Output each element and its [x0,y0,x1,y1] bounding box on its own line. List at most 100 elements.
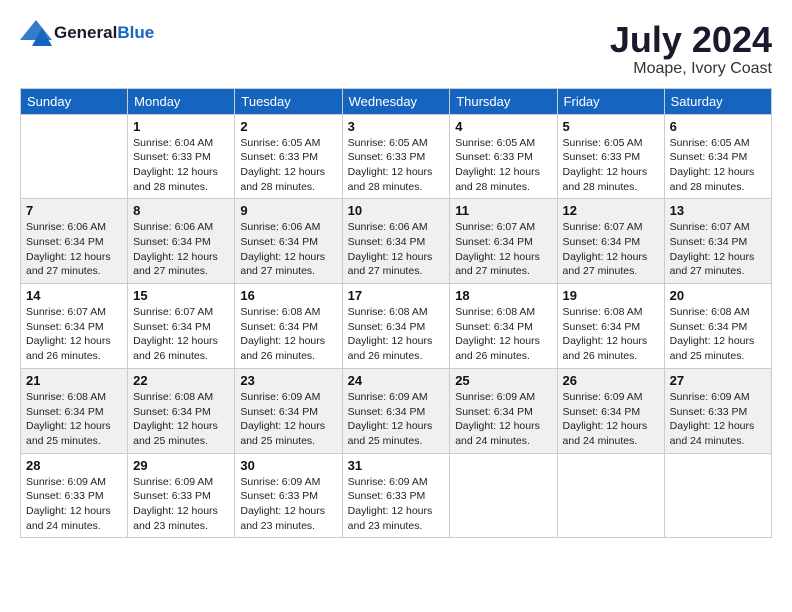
day-number: 17 [348,288,445,303]
calendar-cell: 14 Sunrise: 6:07 AM Sunset: 6:34 PM Dayli… [21,284,128,369]
day-number: 12 [563,203,659,218]
calendar-cell: 28 Sunrise: 6:09 AM Sunset: 6:33 PM Dayli… [21,453,128,538]
logo-blue-text: Blue [117,23,154,42]
calendar-week-row: 7 Sunrise: 6:06 AM Sunset: 6:34 PM Daylig… [21,199,772,284]
day-number: 13 [670,203,766,218]
day-info: Sunrise: 6:06 AM Sunset: 6:34 PM Dayligh… [26,220,122,279]
calendar-cell [450,453,557,538]
calendar-cell: 15 Sunrise: 6:07 AM Sunset: 6:34 PM Dayli… [128,284,235,369]
col-header-monday: Monday [128,88,235,114]
day-number: 11 [455,203,551,218]
col-header-thursday: Thursday [450,88,557,114]
calendar-cell: 9 Sunrise: 6:06 AM Sunset: 6:34 PM Daylig… [235,199,342,284]
calendar-cell: 1 Sunrise: 6:04 AM Sunset: 6:33 PM Daylig… [128,114,235,199]
calendar-cell: 4 Sunrise: 6:05 AM Sunset: 6:33 PM Daylig… [450,114,557,199]
day-info: Sunrise: 6:05 AM Sunset: 6:34 PM Dayligh… [670,136,766,195]
day-info: Sunrise: 6:08 AM Sunset: 6:34 PM Dayligh… [240,305,336,364]
calendar-cell [557,453,664,538]
day-number: 6 [670,119,766,134]
calendar-cell: 19Sunrise: 6:08 AM Sunset: 6:34 PM Dayli… [557,284,664,369]
calendar-cell: 31 Sunrise: 6:09 AM Sunset: 6:33 PM Dayli… [342,453,450,538]
day-info: Sunrise: 6:06 AM Sunset: 6:34 PM Dayligh… [240,220,336,279]
calendar-cell: 25Sunrise: 6:09 AM Sunset: 6:34 PM Dayli… [450,368,557,453]
day-info: Sunrise: 6:08 AM Sunset: 6:34 PM Dayligh… [455,305,551,364]
logo-general-text: General [54,23,117,42]
calendar-cell: 18 Sunrise: 6:08 AM Sunset: 6:34 PM Dayli… [450,284,557,369]
day-info: Sunrise: 6:05 AM Sunset: 6:33 PM Dayligh… [240,136,336,195]
day-number: 15 [133,288,229,303]
day-number: 29 [133,458,229,473]
calendar-cell: 8 Sunrise: 6:06 AM Sunset: 6:34 PM Daylig… [128,199,235,284]
calendar-cell [21,114,128,199]
day-info: Sunrise: 6:06 AM Sunset: 6:34 PM Dayligh… [133,220,229,279]
location-subtitle: Moape, Ivory Coast [610,60,772,78]
day-number: 4 [455,119,551,134]
col-header-tuesday: Tuesday [235,88,342,114]
day-number: 8 [133,203,229,218]
day-info: Sunrise: 6:05 AM Sunset: 6:33 PM Dayligh… [455,136,551,195]
day-number: 26 [563,373,659,388]
day-number: 1 [133,119,229,134]
calendar-cell: 5 Sunrise: 6:05 AM Sunset: 6:33 PM Daylig… [557,114,664,199]
day-info: Sunrise: 6:09 AM Sunset: 6:34 PM Dayligh… [240,390,336,449]
calendar-cell: 30Sunrise: 6:09 AM Sunset: 6:33 PM Dayli… [235,453,342,538]
logo-icon [20,20,52,46]
calendar-header-row: SundayMondayTuesdayWednesdayThursdayFrid… [21,88,772,114]
day-info: Sunrise: 6:09 AM Sunset: 6:33 PM Dayligh… [240,475,336,534]
day-info: Sunrise: 6:09 AM Sunset: 6:33 PM Dayligh… [133,475,229,534]
day-number: 5 [563,119,659,134]
month-year-title: July 2024 [610,20,772,60]
day-info: Sunrise: 6:08 AM Sunset: 6:34 PM Dayligh… [133,390,229,449]
day-info: Sunrise: 6:09 AM Sunset: 6:33 PM Dayligh… [26,475,122,534]
calendar-cell [664,453,771,538]
calendar-week-row: 1 Sunrise: 6:04 AM Sunset: 6:33 PM Daylig… [21,114,772,199]
calendar-cell: 29 Sunrise: 6:09 AM Sunset: 6:33 PM Dayli… [128,453,235,538]
logo: GeneralBlue [20,20,154,46]
title-block: July 2024 Moape, Ivory Coast [610,20,772,78]
day-info: Sunrise: 6:06 AM Sunset: 6:34 PM Dayligh… [348,220,445,279]
day-number: 20 [670,288,766,303]
day-info: Sunrise: 6:07 AM Sunset: 6:34 PM Dayligh… [455,220,551,279]
calendar-cell: 2Sunrise: 6:05 AM Sunset: 6:33 PM Daylig… [235,114,342,199]
calendar-cell: 24Sunrise: 6:09 AM Sunset: 6:34 PM Dayli… [342,368,450,453]
day-info: Sunrise: 6:08 AM Sunset: 6:34 PM Dayligh… [26,390,122,449]
day-number: 10 [348,203,445,218]
day-info: Sunrise: 6:09 AM Sunset: 6:34 PM Dayligh… [348,390,445,449]
day-number: 9 [240,203,336,218]
day-info: Sunrise: 6:07 AM Sunset: 6:34 PM Dayligh… [670,220,766,279]
calendar-cell: 11 Sunrise: 6:07 AM Sunset: 6:34 PM Dayli… [450,199,557,284]
calendar-cell: 23 Sunrise: 6:09 AM Sunset: 6:34 PM Dayli… [235,368,342,453]
day-number: 7 [26,203,122,218]
calendar-cell: 13 Sunrise: 6:07 AM Sunset: 6:34 PM Dayli… [664,199,771,284]
day-info: Sunrise: 6:08 AM Sunset: 6:34 PM Dayligh… [348,305,445,364]
calendar-cell: 3 Sunrise: 6:05 AM Sunset: 6:33 PM Daylig… [342,114,450,199]
day-info: Sunrise: 6:05 AM Sunset: 6:33 PM Dayligh… [563,136,659,195]
day-info: Sunrise: 6:05 AM Sunset: 6:33 PM Dayligh… [348,136,445,195]
day-info: Sunrise: 6:09 AM Sunset: 6:33 PM Dayligh… [348,475,445,534]
day-info: Sunrise: 6:09 AM Sunset: 6:33 PM Dayligh… [670,390,766,449]
day-info: Sunrise: 6:07 AM Sunset: 6:34 PM Dayligh… [133,305,229,364]
day-number: 21 [26,373,122,388]
day-number: 22 [133,373,229,388]
day-number: 23 [240,373,336,388]
calendar-cell: 22 Sunrise: 6:08 AM Sunset: 6:34 PM Dayli… [128,368,235,453]
calendar-cell: 12 Sunrise: 6:07 AM Sunset: 6:34 PM Dayli… [557,199,664,284]
day-info: Sunrise: 6:04 AM Sunset: 6:33 PM Dayligh… [133,136,229,195]
calendar-cell: 10 Sunrise: 6:06 AM Sunset: 6:34 PM Dayli… [342,199,450,284]
day-info: Sunrise: 6:07 AM Sunset: 6:34 PM Dayligh… [563,220,659,279]
calendar-week-row: 21 Sunrise: 6:08 AM Sunset: 6:34 PM Dayli… [21,368,772,453]
col-header-saturday: Saturday [664,88,771,114]
day-info: Sunrise: 6:07 AM Sunset: 6:34 PM Dayligh… [26,305,122,364]
day-info: Sunrise: 6:09 AM Sunset: 6:34 PM Dayligh… [455,390,551,449]
calendar-week-row: 14 Sunrise: 6:07 AM Sunset: 6:34 PM Dayli… [21,284,772,369]
calendar-cell: 21 Sunrise: 6:08 AM Sunset: 6:34 PM Dayli… [21,368,128,453]
day-number: 3 [348,119,445,134]
calendar-table: SundayMondayTuesdayWednesdayThursdayFrid… [20,88,772,539]
day-number: 28 [26,458,122,473]
day-number: 31 [348,458,445,473]
calendar-cell: 16Sunrise: 6:08 AM Sunset: 6:34 PM Dayli… [235,284,342,369]
day-number: 14 [26,288,122,303]
day-number: 18 [455,288,551,303]
calendar-cell: 17 Sunrise: 6:08 AM Sunset: 6:34 PM Dayli… [342,284,450,369]
day-info: Sunrise: 6:09 AM Sunset: 6:34 PM Dayligh… [563,390,659,449]
